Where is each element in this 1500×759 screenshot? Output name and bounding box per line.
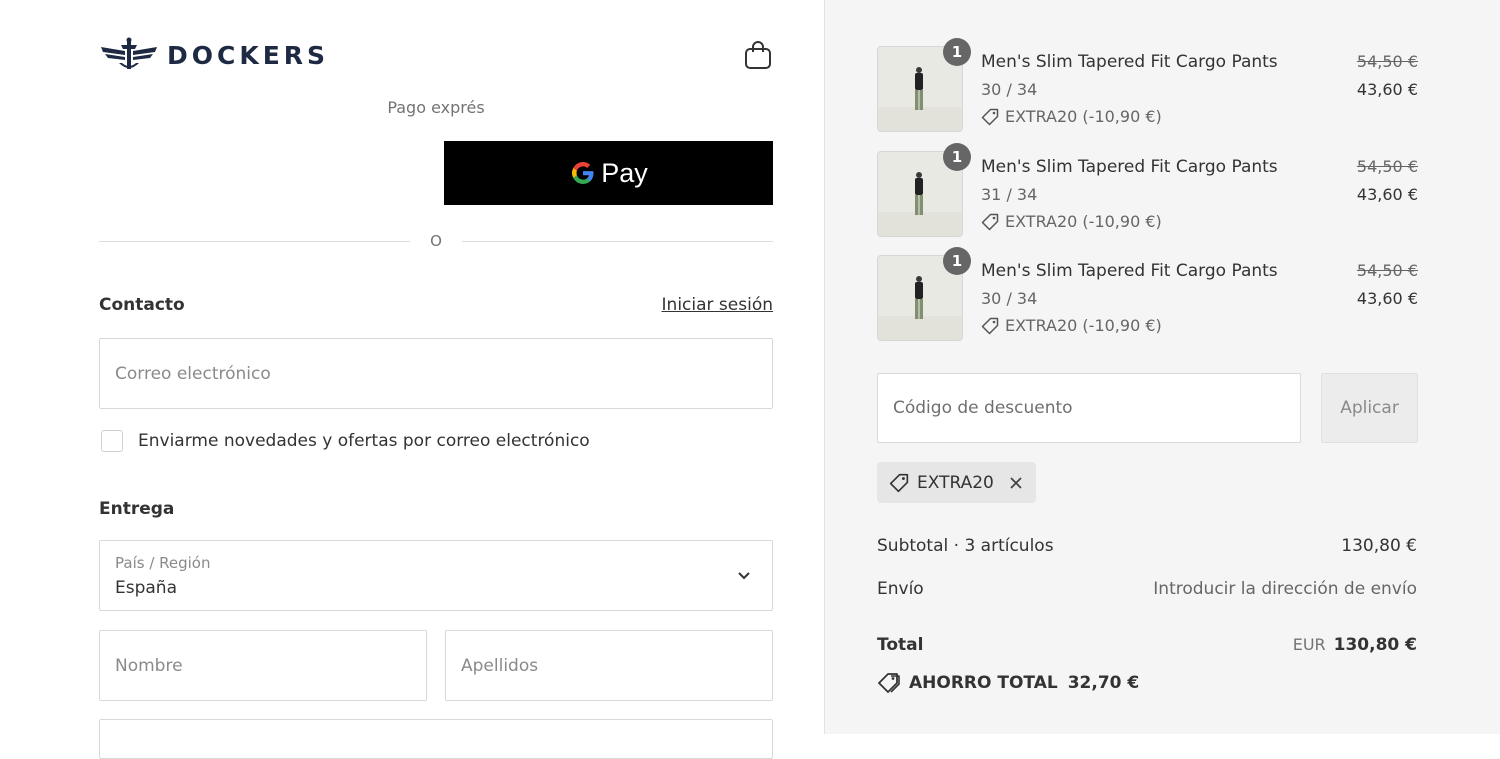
cart-item: 1 Men's Slim Tapered Fit Cargo Pants 30 … <box>877 38 1418 136</box>
discount-code-placeholder: Código de descuento <box>893 398 1073 418</box>
item-price: 43,60 € <box>1356 289 1418 308</box>
separator-line-right <box>462 241 773 242</box>
item-variant: 30 / 34 <box>981 80 1038 99</box>
savings-tag-icon <box>878 673 900 693</box>
applied-discount-chip: EXTRA20 <box>877 462 1036 503</box>
country-select[interactable]: País / Región España <box>99 540 773 611</box>
shipping-label: Envío <box>877 579 924 599</box>
quantity-badge: 1 <box>943 247 971 275</box>
quantity-badge: 1 <box>943 38 971 66</box>
login-link[interactable]: Iniciar sesión <box>662 295 773 315</box>
item-variant: 31 / 34 <box>981 185 1038 204</box>
item-variant: 30 / 34 <box>981 289 1038 308</box>
total-label: Total <box>877 635 924 655</box>
first-name-placeholder: Nombre <box>115 655 183 676</box>
order-summary-panel: 1 Men's Slim Tapered Fit Cargo Pants 30 … <box>824 0 1500 734</box>
chevron-down-icon <box>736 567 752 587</box>
quantity-badge: 1 <box>943 143 971 171</box>
newsletter-label: Enviarme novedades y ofertas por correo … <box>138 431 590 451</box>
item-original-price: 54,50 € <box>1356 261 1418 280</box>
item-price: 43,60 € <box>1356 80 1418 99</box>
tag-icon <box>889 473 909 492</box>
total-savings: AHORRO TOTAL 32,70 € <box>877 672 1139 694</box>
close-icon <box>1010 476 1022 489</box>
tag-icon <box>981 213 999 230</box>
newsletter-checkbox[interactable] <box>101 430 123 452</box>
brand-name: DOCKERS <box>167 40 330 70</box>
first-name-field[interactable]: Nombre <box>99 630 427 701</box>
express-checkout-label: Pago exprés <box>387 98 485 117</box>
item-name: Men's Slim Tapered Fit Cargo Pants <box>981 157 1278 177</box>
tag-icon <box>981 317 999 334</box>
item-discount: EXTRA20 (-10,90 €) <box>981 107 1162 126</box>
item-discount: EXTRA20 (-10,90 €) <box>981 316 1162 335</box>
country-label: País / Región <box>115 554 211 572</box>
delivery-title: Entrega <box>99 499 175 519</box>
applied-discount-code: EXTRA20 <box>917 472 994 493</box>
apply-discount-button[interactable]: Aplicar <box>1321 373 1418 443</box>
total-row-value: EUR 130,80 € <box>1293 635 1417 655</box>
separator-line-left <box>99 241 410 242</box>
item-original-price: 54,50 € <box>1356 52 1418 71</box>
google-pay-button[interactable]: Pay <box>444 141 773 205</box>
total-value: 130,80 € <box>1333 635 1417 655</box>
savings-label: AHORRO TOTAL <box>909 673 1058 693</box>
brand-logo[interactable]: DOCKERS <box>99 36 329 74</box>
last-name-field[interactable]: Apellidos <box>445 630 773 701</box>
email-field[interactable]: Correo electrónico <box>99 338 773 409</box>
remove-discount-button[interactable] <box>1008 475 1024 491</box>
savings-value: 32,70 € <box>1067 673 1140 693</box>
item-name: Men's Slim Tapered Fit Cargo Pants <box>981 52 1278 72</box>
item-discount: EXTRA20 (-10,90 €) <box>981 212 1162 231</box>
cart-button[interactable] <box>744 40 772 74</box>
google-g-icon <box>572 162 594 184</box>
logo-emblem-icon <box>101 37 157 69</box>
address-field[interactable] <box>99 719 773 759</box>
separator-label: O <box>430 232 442 250</box>
subtotal-value: 130,80 € <box>1341 536 1417 556</box>
checkout-form-panel: DOCKERS Pago exprés Pay O Contacto Inici… <box>0 0 824 759</box>
shipping-value: Introducir la dirección de envío <box>1153 579 1417 599</box>
google-pay-label: Pay <box>601 157 648 188</box>
last-name-placeholder: Apellidos <box>461 655 539 676</box>
item-price: 43,60 € <box>1356 185 1418 204</box>
item-discount-text: EXTRA20 (-10,90 €) <box>1005 107 1162 126</box>
cart-item: 1 Men's Slim Tapered Fit Cargo Pants 31 … <box>877 143 1418 241</box>
shopping-bag-icon <box>745 41 771 69</box>
subtotal-label: Subtotal · 3 artículos <box>877 536 1054 556</box>
tag-icon <box>981 108 999 125</box>
item-discount-text: EXTRA20 (-10,90 €) <box>1005 316 1162 335</box>
item-name: Men's Slim Tapered Fit Cargo Pants <box>981 261 1278 281</box>
contact-title: Contacto <box>99 295 185 315</box>
item-discount-text: EXTRA20 (-10,90 €) <box>1005 212 1162 231</box>
cart-item: 1 Men's Slim Tapered Fit Cargo Pants 30 … <box>877 247 1418 345</box>
item-original-price: 54,50 € <box>1356 157 1418 176</box>
discount-code-input[interactable]: Código de descuento <box>877 373 1301 443</box>
country-value: España <box>115 578 177 598</box>
total-currency: EUR <box>1292 635 1326 654</box>
email-placeholder: Correo electrónico <box>115 363 271 384</box>
